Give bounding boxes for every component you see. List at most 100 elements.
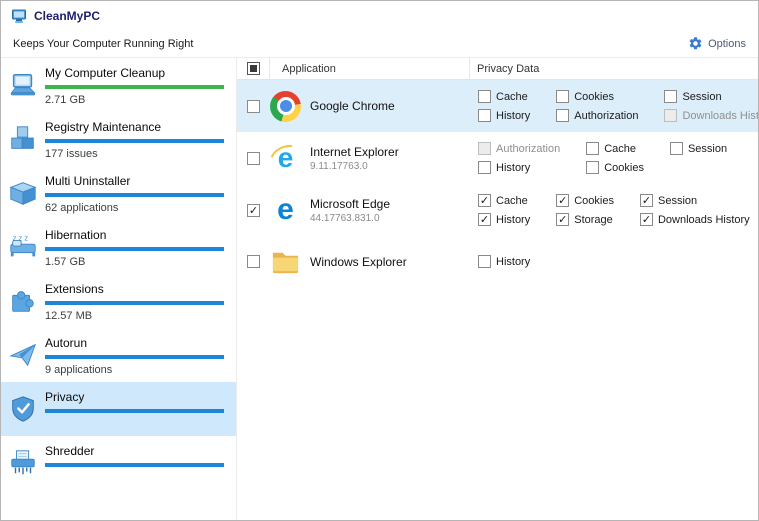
- sidebar-item-registry-maintenance[interactable]: Registry Maintenance 177 issues: [1, 112, 236, 166]
- sidebar-item-multi-uninstaller[interactable]: Multi Uninstaller 62 applications: [1, 166, 236, 220]
- option-checkbox[interactable]: [556, 109, 570, 122]
- sidebar-item-label: Extensions: [45, 282, 104, 296]
- option-checkbox[interactable]: [478, 109, 491, 122]
- privacy-option-history[interactable]: History: [478, 255, 530, 268]
- table-row-windows-explorer[interactable]: Windows Explorer History: [237, 236, 758, 287]
- row-checkbox[interactable]: [247, 151, 260, 165]
- sidebar-item-label: My Computer Cleanup: [45, 66, 166, 80]
- privacy-option-cache[interactable]: ✓ Cache: [478, 194, 530, 207]
- privacy-options: History: [470, 255, 758, 268]
- app-window: CleanMyPC Keeps Your Computer Running Ri…: [0, 0, 759, 521]
- sidebar-item-extensions[interactable]: Extensions 12.57 MB: [1, 274, 236, 328]
- option-checkbox[interactable]: [664, 109, 678, 122]
- sidebar-item-subtext: [45, 418, 224, 431]
- application-name: Microsoft Edge: [310, 196, 391, 211]
- option-label: Cookies: [604, 161, 644, 174]
- option-checkbox[interactable]: ✓: [478, 194, 491, 207]
- option-label: Session: [657, 194, 698, 207]
- sidebar-item-label: Autorun: [45, 336, 88, 350]
- laptop-icon: [8, 70, 38, 100]
- privacy-option-cookies[interactable]: Cookies: [586, 161, 644, 174]
- privacy-option-downloads-history[interactable]: Downloads History: [664, 109, 758, 122]
- privacy-options: ✓ Cache ✓ Cookies ✓ Session ✓ History ✓ Storage ✓ D…: [470, 194, 758, 226]
- option-checkbox[interactable]: ✓: [639, 194, 653, 207]
- sidebar-item-shredder[interactable]: Shredder: [1, 436, 236, 490]
- ie-icon: e: [270, 142, 301, 174]
- option-label: Session: [687, 142, 728, 155]
- sidebar-item-autorun[interactable]: Autorun 9 applications: [1, 328, 236, 382]
- privacy-option-history[interactable]: History: [478, 109, 530, 122]
- sidebar-item-label: Multi Uninstaller: [45, 174, 131, 188]
- privacy-option-downloads-history[interactable]: ✓ Downloads History: [639, 213, 750, 226]
- folder-icon: [270, 246, 301, 277]
- sidebar-item-subtext: 2.71 GB: [45, 94, 86, 106]
- table-rows: Google Chrome Cache Cookies Session History A…: [237, 80, 758, 520]
- privacy-option-cookies[interactable]: Cookies: [556, 90, 638, 103]
- privacy-option-authorization[interactable]: Authorization: [478, 142, 560, 155]
- sidebar-item-progress-bar: [45, 193, 224, 197]
- application-name: Windows Explorer: [310, 254, 407, 269]
- privacy-option-cache[interactable]: Cache: [478, 90, 530, 103]
- hibernation-icon: z z z: [8, 232, 38, 262]
- sidebar-item-progress-bar: [45, 409, 224, 413]
- app-title: CleanMyPC: [34, 8, 101, 23]
- option-checkbox[interactable]: ✓: [556, 213, 570, 226]
- plane-icon: [8, 340, 38, 370]
- application-version: 44.17763.831.0: [310, 212, 380, 224]
- options-label: Options: [708, 37, 746, 50]
- sidebar-item-label: Privacy: [45, 390, 85, 404]
- sidebar-item-progress-bar: [45, 139, 224, 143]
- row-checkbox[interactable]: [247, 99, 260, 113]
- table-row-google-chrome[interactable]: Google Chrome Cache Cookies Session History A…: [237, 80, 758, 132]
- select-all-checkbox[interactable]: [246, 62, 260, 75]
- privacy-option-session[interactable]: ✓ Session: [639, 194, 750, 207]
- sidebar-item-progress-bar: [45, 463, 224, 467]
- sidebar-item-my-computer-cleanup[interactable]: My Computer Cleanup 2.71 GB: [1, 58, 236, 112]
- option-checkbox[interactable]: [669, 142, 683, 155]
- sidebar-item-hibernation[interactable]: z z z Hibernation 1.57 GB: [1, 220, 236, 274]
- cubes-icon: [8, 124, 38, 154]
- privacy-options: Cache Cookies Session History Authorization D…: [470, 90, 758, 122]
- option-label: Cache: [604, 142, 637, 155]
- privacy-options: Authorization Cache Session History Cookies: [470, 142, 758, 174]
- option-checkbox[interactable]: [478, 255, 491, 268]
- privacy-option-history[interactable]: ✓ History: [478, 213, 530, 226]
- sidebar-item-subtext: 62 applications: [45, 202, 119, 214]
- privacy-option-cookies[interactable]: ✓ Cookies: [556, 194, 614, 207]
- column-application: Application: [270, 58, 470, 79]
- option-checkbox[interactable]: [556, 90, 570, 103]
- option-checkbox[interactable]: [586, 161, 600, 174]
- sidebar-item-label: Registry Maintenance: [45, 120, 162, 134]
- row-checkbox[interactable]: ✓: [247, 203, 260, 217]
- edge-icon: e: [277, 193, 294, 226]
- table-row-microsoft-edge[interactable]: ✓ e Microsoft Edge 44.17763.831.0 ✓ Cache ✓ Coo…: [237, 184, 758, 236]
- option-label: History: [496, 109, 531, 122]
- option-checkbox[interactable]: [586, 142, 600, 155]
- row-checkbox[interactable]: [247, 255, 260, 268]
- option-checkbox[interactable]: [664, 90, 678, 103]
- shredder-icon: [8, 448, 38, 478]
- option-checkbox[interactable]: ✓: [478, 213, 491, 226]
- options-button[interactable]: Options: [688, 36, 746, 51]
- sidebar-item-privacy[interactable]: Privacy: [1, 382, 236, 436]
- option-checkbox[interactable]: [478, 90, 491, 103]
- privacy-option-session[interactable]: Session: [664, 90, 758, 103]
- application-version: 9.11.17763.0: [310, 160, 368, 172]
- privacy-option-session[interactable]: Session: [669, 142, 728, 155]
- option-label: Session: [682, 90, 722, 103]
- option-checkbox[interactable]: [478, 161, 491, 174]
- box-icon: [8, 178, 38, 208]
- option-checkbox[interactable]: ✓: [639, 213, 653, 226]
- table-row-internet-explorer[interactable]: e Internet Explorer 9.11.17763.0 Authorizat…: [237, 132, 758, 184]
- table-header: Application Privacy Data: [237, 58, 758, 80]
- option-checkbox[interactable]: [478, 142, 491, 155]
- privacy-option-cache[interactable]: Cache: [586, 142, 644, 155]
- privacy-option-history[interactable]: History: [478, 161, 560, 174]
- app-logo-icon: [11, 8, 27, 24]
- privacy-option-storage[interactable]: ✓ Storage: [556, 213, 614, 226]
- application-cell: e Microsoft Edge 44.17763.831.0: [270, 193, 470, 226]
- shield-icon: [8, 394, 38, 424]
- privacy-option-authorization[interactable]: Authorization: [556, 109, 638, 122]
- option-checkbox[interactable]: ✓: [556, 194, 570, 207]
- sidebar-item-subtext: 12.57 MB: [45, 310, 93, 322]
